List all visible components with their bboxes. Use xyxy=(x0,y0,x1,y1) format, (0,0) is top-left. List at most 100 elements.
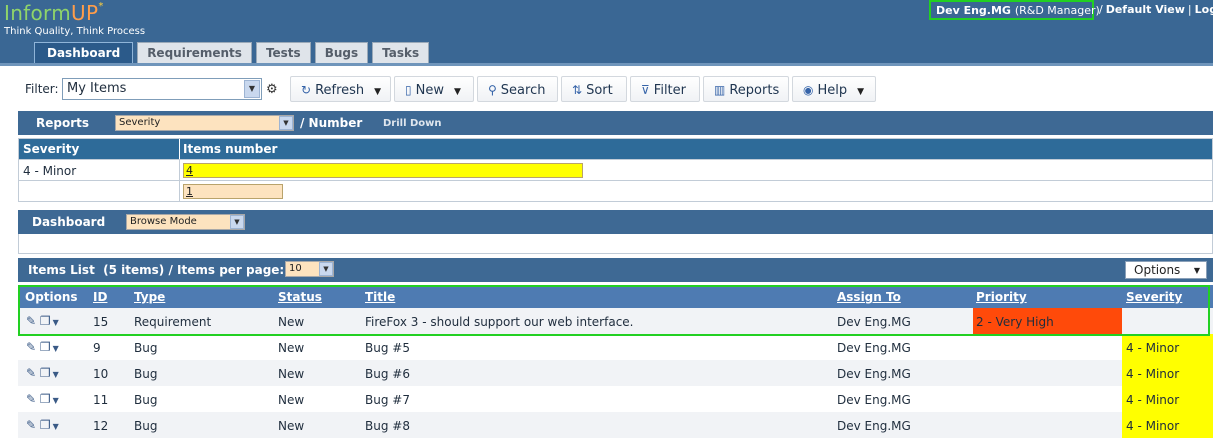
refresh-icon: ↻ xyxy=(301,83,312,97)
col-type[interactable]: Type xyxy=(134,290,165,304)
row-options[interactable]: ✎ ❐ ▼ xyxy=(26,366,59,380)
edit-icon[interactable]: ✎ xyxy=(26,366,36,380)
cell-title[interactable]: FireFox 3 - should support our web inter… xyxy=(365,315,634,329)
current-user[interactable]: Dev Eng.MG (R&D Manager) xyxy=(929,0,1100,20)
table-row[interactable]: ✎ ❐ ▼ 15 Requirement New FireFox 3 - should s… xyxy=(18,308,1213,334)
new-label: New xyxy=(415,83,444,98)
dashboard-mode-select[interactable]: Browse Mode ▼ xyxy=(126,214,245,230)
search-icon: ⚲ xyxy=(488,83,497,97)
row-options[interactable]: ✎ ❐ ▼ xyxy=(26,418,59,432)
col-id[interactable]: ID xyxy=(93,290,107,304)
report-table-header: Severity Items number xyxy=(19,139,1212,159)
copy-icon[interactable]: ❐ xyxy=(40,314,51,328)
col-status[interactable]: Status xyxy=(278,290,322,304)
tab-requirements[interactable]: Requirements xyxy=(137,42,252,63)
default-view-link[interactable]: Default View xyxy=(1106,3,1185,16)
sort-icon: ⇅ xyxy=(572,83,583,97)
help-button[interactable]: ◉ Help ▼ xyxy=(792,76,876,102)
toolbar: Filter: My Items ▼ ⚙ ↻ Refresh ▼ ▯ New ▼ ⚲ Se… xyxy=(0,74,1213,106)
cell-priority: 2 - Very High xyxy=(973,308,1122,334)
chevron-down-icon[interactable]: ▼ xyxy=(53,370,59,379)
row-options[interactable]: ✎ ❐ ▼ xyxy=(26,314,59,328)
app-logo[interactable]: InformUP* xyxy=(4,1,104,25)
cell-severity: 4 - Minor xyxy=(1122,386,1213,412)
help-label: Help xyxy=(817,83,848,98)
cell-status: New xyxy=(278,419,305,433)
cell-priority xyxy=(973,386,1122,412)
table-row[interactable]: ✎ ❐ ▼ 11 Bug New Bug #7 Dev Eng.MG 4 - Minor xyxy=(18,386,1213,412)
chevron-down-icon[interactable]: ▼ xyxy=(319,262,333,276)
copy-icon[interactable]: ❐ xyxy=(40,340,51,354)
col-options: Options xyxy=(25,290,78,304)
main-tabs: Dashboard Requirements Tests Bugs Tasks xyxy=(34,42,430,63)
tab-tasks[interactable]: Tasks xyxy=(372,42,430,63)
edit-icon[interactable]: ✎ xyxy=(26,418,36,432)
col-severity[interactable]: Severity xyxy=(1126,290,1182,304)
filter-button[interactable]: ⊽ Filter xyxy=(630,76,700,102)
edit-icon[interactable]: ✎ xyxy=(26,392,36,406)
filter-select-value: My Items xyxy=(67,81,127,96)
edit-icon[interactable]: ✎ xyxy=(26,340,36,354)
row-options[interactable]: ✎ ❐ ▼ xyxy=(26,340,59,354)
cell-assign-to: Dev Eng.MG xyxy=(837,315,911,329)
funnel-icon: ⊽ xyxy=(641,83,650,97)
link-separator: | xyxy=(1187,3,1192,16)
cell-title[interactable]: Bug #8 xyxy=(365,419,410,433)
cell-severity: 4 - Minor xyxy=(1122,412,1213,438)
items-grid: Options ID Type Status Title Assign To P… xyxy=(18,285,1213,438)
help-icon: ◉ xyxy=(803,83,814,97)
table-row[interactable]: ✎ ❐ ▼ 10 Bug New Bug #6 Dev Eng.MG 4 - Minor xyxy=(18,360,1213,386)
table-row[interactable]: ✎ ❐ ▼ 12 Bug New Bug #8 Dev Eng.MG 4 - Minor xyxy=(18,412,1213,438)
col-title[interactable]: Title xyxy=(365,290,395,304)
items-count-bar[interactable]: 1 xyxy=(183,184,283,199)
table-row[interactable]: ✎ ❐ ▼ 9 Bug New Bug #5 Dev Eng.MG 4 - Minor xyxy=(18,334,1213,360)
sort-label: Sort xyxy=(586,83,613,98)
filter-settings-icon[interactable]: ⚙ xyxy=(266,82,278,97)
cell-id: 15 xyxy=(93,315,109,329)
cell-id: 11 xyxy=(93,393,109,407)
logout-link[interactable]: Log xyxy=(1195,3,1213,16)
tab-dashboard[interactable]: Dashboard xyxy=(34,42,134,63)
col-assign-to[interactable]: Assign To xyxy=(837,290,901,304)
cell-title[interactable]: Bug #7 xyxy=(365,393,410,407)
chevron-down-icon[interactable]: ▼ xyxy=(53,396,59,405)
filter-select[interactable]: My Items ▼ xyxy=(62,78,262,100)
refresh-button[interactable]: ↻ Refresh ▼ xyxy=(290,76,391,102)
chevron-down-icon[interactable]: ▼ xyxy=(244,80,260,98)
cell-id: 9 xyxy=(93,341,101,355)
items-count-bar[interactable]: 4 xyxy=(183,163,583,178)
reports-button[interactable]: ▥ Reports xyxy=(703,76,789,102)
copy-icon[interactable]: ❐ xyxy=(40,418,51,432)
chevron-down-icon[interactable]: ▼ xyxy=(53,422,59,431)
report-row-items: 1 xyxy=(179,181,283,201)
col-items-number: Items number xyxy=(179,139,277,159)
chevron-down-icon[interactable]: ▼ xyxy=(53,318,59,327)
items-list-title: Items List (5 items) / Items per page: xyxy=(28,263,285,277)
cell-type: Bug xyxy=(134,367,158,381)
tab-bugs[interactable]: Bugs xyxy=(314,42,369,63)
row-options[interactable]: ✎ ❐ ▼ xyxy=(26,392,59,406)
chevron-down-icon[interactable]: ▼ xyxy=(454,87,461,97)
link-separator: / xyxy=(1099,3,1103,16)
chevron-down-icon[interactable]: ▼ xyxy=(230,215,244,229)
chevron-down-icon[interactable]: ▼ xyxy=(857,87,864,97)
logo-text-up: UP xyxy=(71,1,99,25)
user-role: (R&D Manager) xyxy=(1014,4,1100,17)
col-priority[interactable]: Priority xyxy=(976,290,1027,304)
new-button[interactable]: ▯ New ▼ xyxy=(394,76,474,102)
cell-title[interactable]: Bug #6 xyxy=(365,367,410,381)
copy-icon[interactable]: ❐ xyxy=(40,366,51,380)
copy-icon[interactable]: ❐ xyxy=(40,392,51,406)
chevron-down-icon[interactable]: ▼ xyxy=(374,87,381,97)
list-options-button[interactable]: Options ▼ xyxy=(1125,261,1207,279)
items-per-page-select[interactable]: 10 ▼ xyxy=(285,261,334,277)
tab-tests[interactable]: Tests xyxy=(255,42,311,63)
chevron-down-icon[interactable]: ▼ xyxy=(279,116,293,130)
search-button[interactable]: ⚲ Search xyxy=(477,76,558,102)
chevron-down-icon[interactable]: ▼ xyxy=(53,344,59,353)
edit-icon[interactable]: ✎ xyxy=(26,314,36,328)
report-field-select[interactable]: Severity ▼ xyxy=(115,115,294,131)
cell-title[interactable]: Bug #5 xyxy=(365,341,410,355)
sort-button[interactable]: ⇅ Sort xyxy=(561,76,627,102)
drill-down-link[interactable]: Drill Down xyxy=(383,118,442,129)
